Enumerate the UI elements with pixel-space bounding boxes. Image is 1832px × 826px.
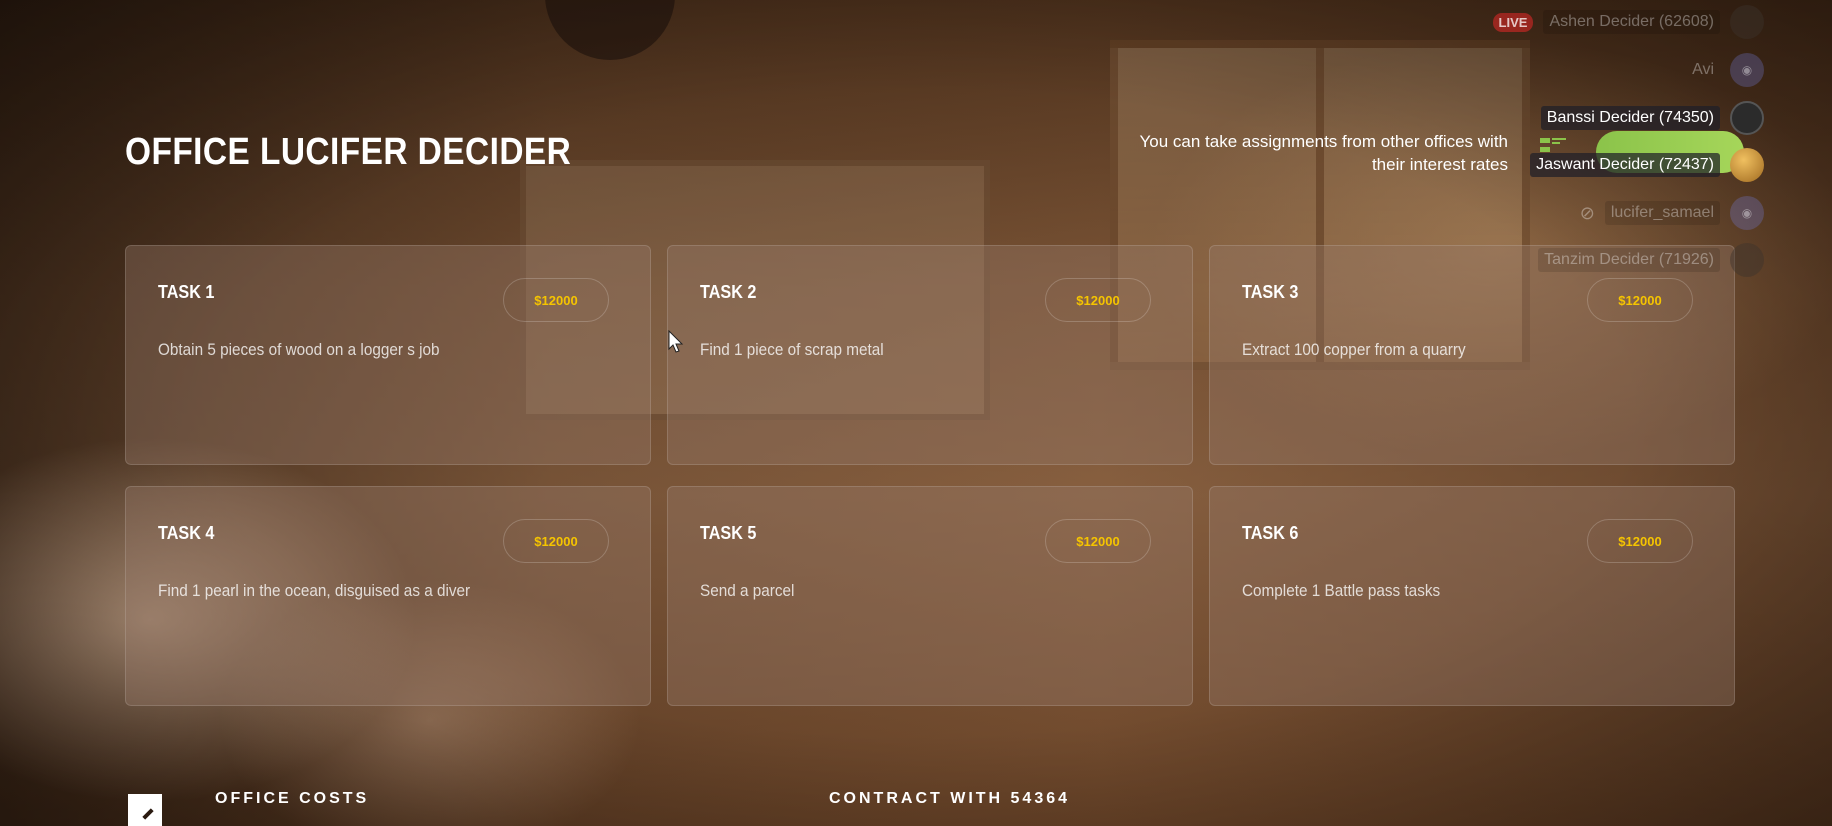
task-description: Obtain 5 pieces of wood on a logger s jo… [158,340,440,359]
avatar [1730,101,1764,135]
task-card-5[interactable]: TASK 5 $12000 Send a parcel [667,486,1193,706]
office-costs-icon [128,794,162,826]
task-card-3[interactable]: TASK 3 $12000 Extract 100 copper from a … [1209,245,1735,465]
task-title: TASK 1 [158,282,215,302]
office-costs-label[interactable]: OFFICE COSTS [215,790,369,808]
task-card-1[interactable]: TASK 1 $12000 Obtain 5 pieces of wood on… [125,245,651,465]
mouse-cursor-icon [668,330,684,353]
live-badge: LIVE [1492,12,1534,32]
overlay-user-name: Banssi Decider (74350) [1540,106,1720,130]
contract-label: CONTRACT WITH 54364 [829,790,1071,807]
overlay-user-name: Tanzim Decider (71926) [1538,248,1720,272]
page-title: OFFICE LUCIFER DECIDER [125,131,572,173]
task-card-6[interactable]: TASK 6 $12000 Complete 1 Battle pass tas… [1209,486,1735,706]
task-title: TASK 2 [700,282,757,302]
task-description: Send a parcel [700,581,795,600]
other-offices-info: You can take assignments from other offi… [1139,132,1508,174]
overlay-user-ashen: LIVE Ashen Decider (62608) [1492,5,1764,39]
overlay-user-avi: Avi ◉ [1686,53,1764,87]
avatar [1730,148,1764,182]
overlay-user-tanzim: Tanzim Decider (71926) [1538,243,1764,277]
discord-icon: ◉ [1730,53,1764,87]
task-price-badge: $12000 [1587,519,1693,563]
task-description: Extract 100 copper from a quarry [1242,340,1466,359]
task-title: TASK 6 [1242,523,1299,543]
task-grid: TASK 1 $12000 Obtain 5 pieces of wood on… [125,245,1735,706]
overlay-user-jaswant: Jaswant Decider (72437) [1530,148,1764,182]
task-description: Complete 1 Battle pass tasks [1242,581,1441,600]
muted-mic-icon: ⊘ [1579,202,1595,223]
overlay-user-name: Jaswant Decider (72437) [1530,153,1720,177]
task-price-badge: $12000 [503,519,609,563]
avatar [1730,5,1764,39]
overlay-user-banssi: Banssi Decider (74350) [1540,101,1764,135]
avatar [1730,243,1764,277]
task-card-4[interactable]: TASK 4 $12000 Find 1 pearl in the ocean,… [125,486,651,706]
task-price-badge: $12000 [503,278,609,322]
discord-icon: ◉ [1730,196,1764,230]
task-price-badge: $12000 [1045,519,1151,563]
task-description: Find 1 piece of scrap metal [700,340,884,359]
task-title: TASK 4 [158,523,215,543]
overlay-user-name: lucifer_samael [1604,201,1720,225]
task-price-badge: $12000 [1587,278,1693,322]
overlay-user-name: Avi [1692,61,1714,78]
overlay-user-lucifer: ⊘ lucifer_samael ◉ [1579,196,1764,230]
task-card-2[interactable]: TASK 2 $12000 Find 1 piece of scrap meta… [667,245,1193,465]
task-title: TASK 3 [1242,282,1299,302]
task-price-badge: $12000 [1045,278,1151,322]
task-title: TASK 5 [700,523,757,543]
overlay-user-name: Ashen Decider (62608) [1543,10,1720,34]
task-description: Find 1 pearl in the ocean, disguised as … [158,581,471,600]
